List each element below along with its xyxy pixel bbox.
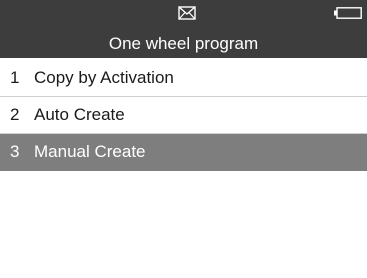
menu-item-auto-create[interactable]: 2 Auto Create — [0, 97, 367, 134]
menu-item-label: Copy by Activation — [34, 68, 174, 87]
menu-item-label: Auto Create — [34, 105, 125, 124]
menu-item-number: 1 — [10, 68, 20, 87]
program-menu: 1 Copy by Activation 2 Auto Create 3 Man… — [0, 60, 367, 171]
menu-item-number: 3 — [10, 142, 20, 161]
mail-icon — [178, 6, 196, 20]
battery-icon — [334, 7, 362, 19]
menu-item-label: Manual Create — [34, 142, 146, 161]
menu-item-copy-by-activation[interactable]: 1 Copy by Activation — [0, 60, 367, 97]
menu-item-manual-create[interactable]: 3 Manual Create — [0, 134, 367, 171]
menu-item-number: 2 — [10, 105, 20, 124]
header-bar: One wheel program — [0, 0, 367, 58]
page-title: One wheel program — [108, 34, 259, 53]
device-screen: One wheel program 1 Copy by Activation 2… — [0, 0, 367, 278]
